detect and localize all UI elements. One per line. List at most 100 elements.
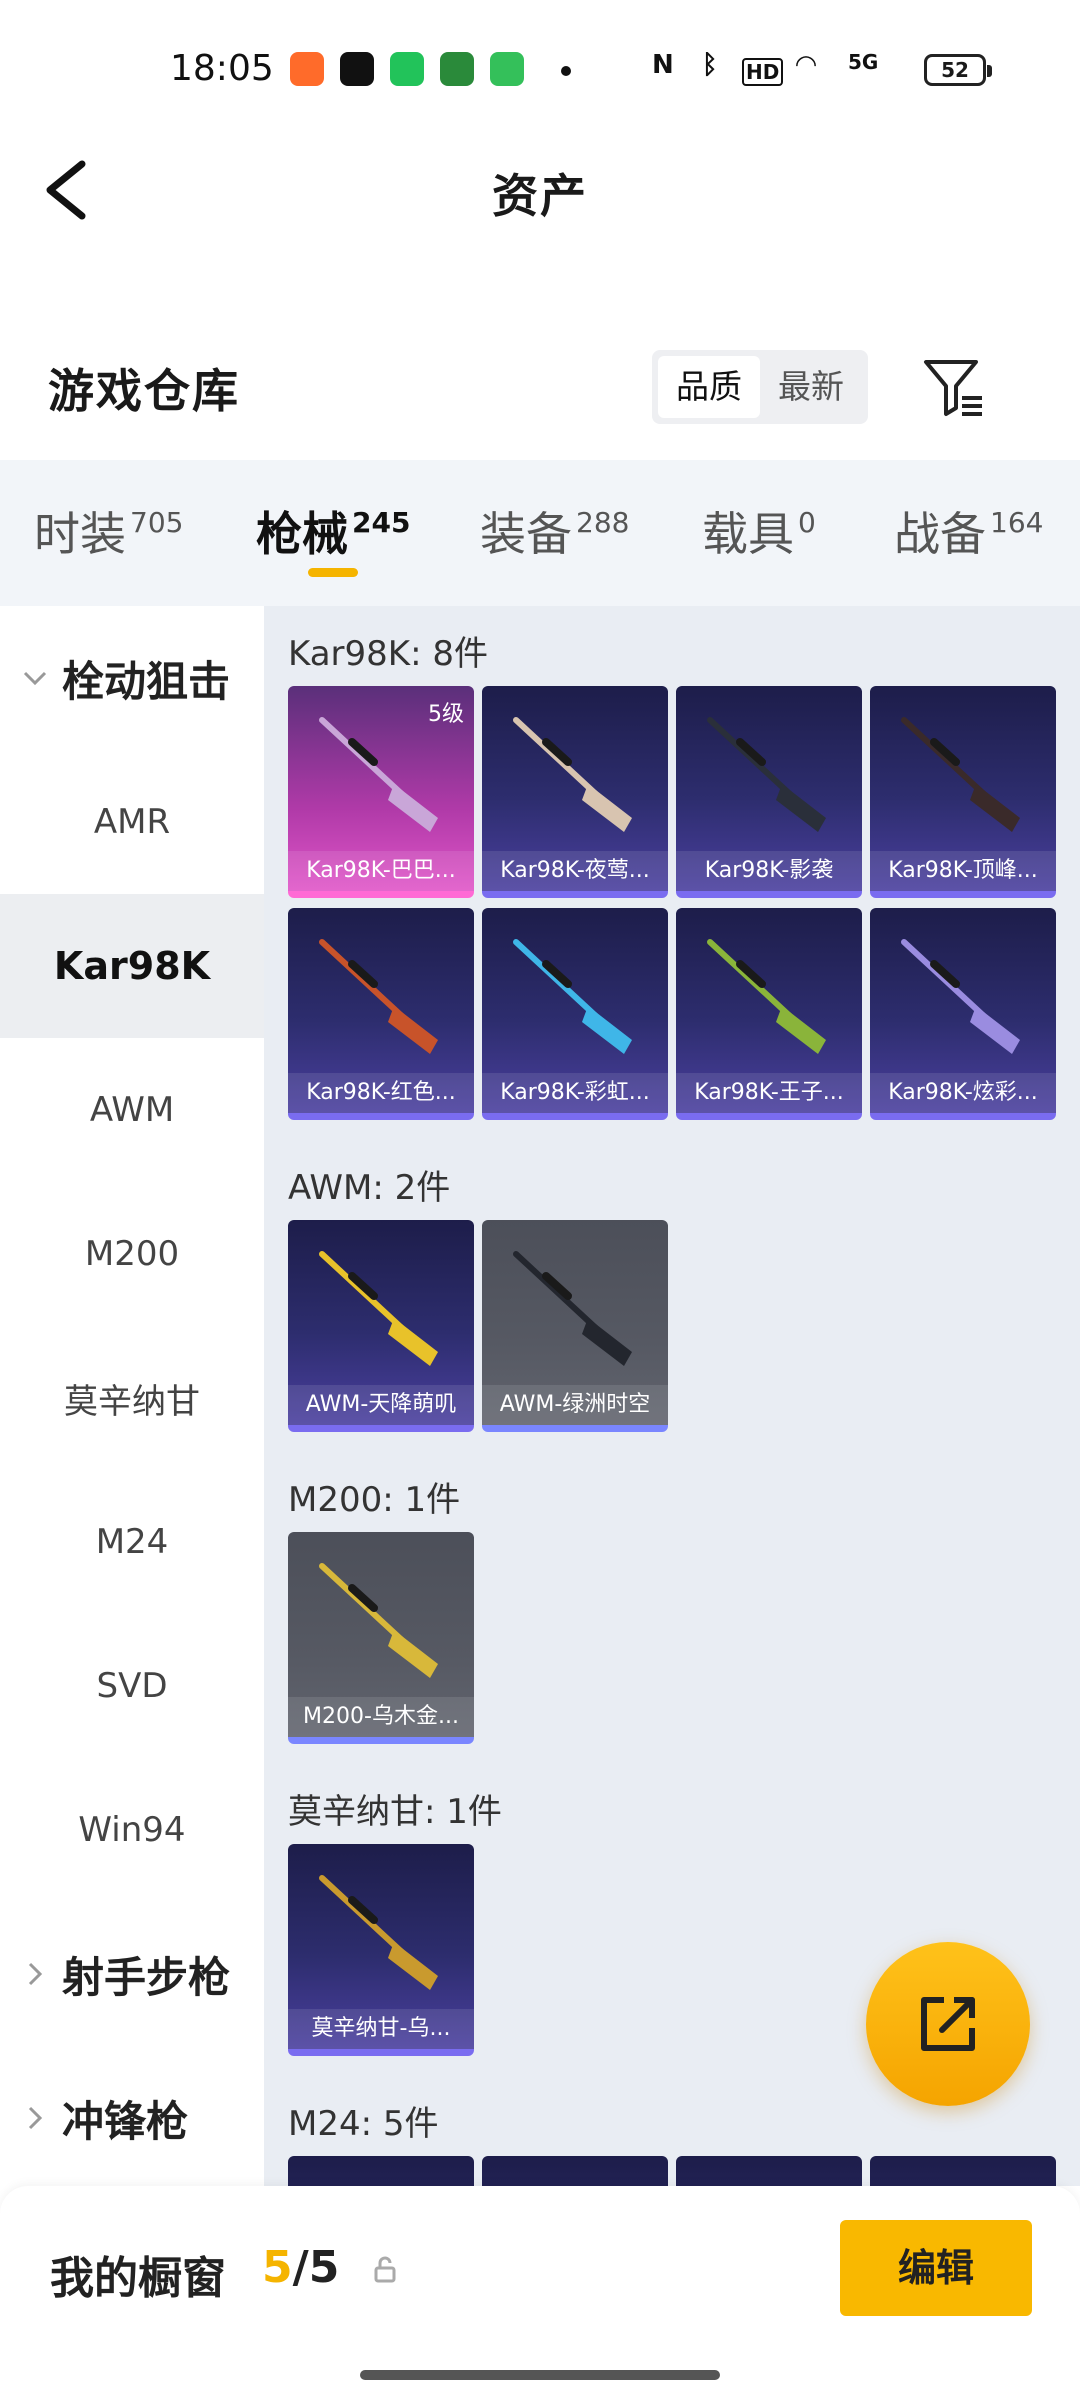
weapon-type-sidebar: 栓动狙击 AMR Kar98K AWM M200 莫辛纳甘 M24 SVD Wi… xyxy=(0,606,264,2186)
signal-5g-icon: 5G xyxy=(848,50,879,74)
weapon-card[interactable]: 5级 Kar98K-巴巴... xyxy=(288,686,474,898)
showcase-count-separator: / xyxy=(292,2242,309,2293)
tab-label: 战备 xyxy=(894,507,986,561)
sidebar-group-label: 栓动狙击 xyxy=(62,656,231,706)
filter-icon xyxy=(924,360,982,416)
weapon-card[interactable]: Kar98K-夜莺... xyxy=(482,686,668,898)
shield-app-icon xyxy=(490,52,524,86)
weapon-card[interactable] xyxy=(288,2156,474,2186)
level-badge: 5级 xyxy=(428,702,464,727)
tab-count: 288 xyxy=(576,506,630,539)
weapon-card[interactable]: Kar98K-彩虹... xyxy=(482,908,668,1120)
status-time: 18:05 xyxy=(170,48,274,89)
tab-supplies[interactable]: 战备 164 xyxy=(894,498,1043,564)
weapon-name: Kar98K-夜莺... xyxy=(482,851,668,891)
rifle-icon xyxy=(319,717,438,832)
unlock-icon xyxy=(374,2256,396,2283)
sort-toggle: 品质 最新 xyxy=(652,350,868,424)
showcase-count-current: 5 xyxy=(262,2242,293,2293)
group-label: Kar98K: 8件 xyxy=(288,634,488,674)
battery-indicator: 52 xyxy=(924,54,992,86)
rifle-icon xyxy=(319,1563,438,1678)
game-app-icon xyxy=(290,52,324,86)
chevron-right-icon xyxy=(28,1962,43,1986)
group-label: AWM: 2件 xyxy=(288,1168,451,1208)
weapon-card[interactable]: Kar98K-王子... xyxy=(676,908,862,1120)
sidebar-item-awm[interactable]: AWM xyxy=(0,1038,264,1182)
weapon-name: Kar98K-影袭 xyxy=(676,851,862,891)
showcase-count: 5/5 xyxy=(262,2242,339,2293)
weapon-name: 莫辛纳甘-乌... xyxy=(288,2009,474,2049)
weapon-card[interactable]: AWM-绿洲时空 xyxy=(482,1220,668,1432)
weapon-card[interactable]: 莫辛纳甘-乌... xyxy=(288,1844,474,2056)
category-tabs: 时装 705 枪械 245 装备 288 载具 0 战备 164 xyxy=(0,460,1080,606)
sidebar-group-label: 冲锋枪 xyxy=(62,2096,189,2146)
wifi-icon: ◠ xyxy=(796,50,816,80)
sidebar-item-kar98k[interactable]: Kar98K xyxy=(0,894,264,1038)
rifle-icon xyxy=(319,1875,438,1990)
filter-button[interactable] xyxy=(922,356,986,420)
active-tab-indicator xyxy=(308,568,358,577)
rifle-icon xyxy=(901,717,1020,832)
weapon-card[interactable]: Kar98K-顶峰... xyxy=(870,686,1056,898)
rifle-icon xyxy=(513,1251,632,1366)
sidebar-group-marksman[interactable]: 射手步枪 xyxy=(20,1902,230,2046)
sidebar-group-smg[interactable]: 冲锋枪 xyxy=(20,2046,188,2190)
chevron-right-icon xyxy=(28,2106,43,2130)
rifle-icon xyxy=(901,939,1020,1054)
sidebar-group-label: 射手步枪 xyxy=(62,1952,231,2002)
sort-newest-option[interactable]: 最新 xyxy=(760,356,862,418)
weapon-card[interactable]: M200-乌木金... xyxy=(288,1532,474,1744)
rifle-icon xyxy=(707,939,826,1054)
tab-label: 时装 xyxy=(34,507,126,561)
green-app-icon xyxy=(390,52,424,86)
tab-count: 245 xyxy=(352,506,411,539)
share-external-icon xyxy=(921,1997,975,2051)
tab-label: 载具 xyxy=(702,507,794,561)
rifle-icon xyxy=(513,939,632,1054)
group-label: M200: 1件 xyxy=(288,1480,461,1520)
sidebar-item-win94[interactable]: Win94 xyxy=(0,1758,264,1902)
weapon-name: Kar98K-巴巴... xyxy=(288,851,474,891)
weapon-card[interactable] xyxy=(870,2156,1056,2186)
rifle-icon xyxy=(513,717,632,832)
tab-vehicles[interactable]: 载具 0 xyxy=(702,498,816,564)
tab-fashion[interactable]: 时装 705 xyxy=(34,498,183,564)
sort-quality-option[interactable]: 品质 xyxy=(658,356,760,418)
tab-equipment[interactable]: 装备 288 xyxy=(480,498,629,564)
group-label: M24: 5件 xyxy=(288,2104,439,2144)
weapon-name: AWM-绿洲时空 xyxy=(482,1385,668,1425)
weapon-card[interactable]: Kar98K-影袭 xyxy=(676,686,862,898)
tab-label: 装备 xyxy=(480,507,572,561)
weapon-card[interactable] xyxy=(676,2156,862,2186)
showcase-count-total: 5 xyxy=(308,2242,340,2293)
warehouse-title: 游戏仓库 xyxy=(48,364,240,418)
sidebar-item-m200[interactable]: M200 xyxy=(0,1182,264,1326)
weapon-name: AWM-天降萌叽 xyxy=(288,1385,474,1425)
showcase-bar: 我的橱窗 5/5 编辑 xyxy=(0,2186,1080,2400)
share-button[interactable] xyxy=(866,1942,1030,2106)
sidebar-group-bolt-action[interactable]: 栓动狙击 xyxy=(20,606,230,750)
sidebar-item-svd[interactable]: SVD xyxy=(0,1614,264,1758)
rifle-icon xyxy=(319,1251,438,1366)
rifle-icon xyxy=(319,939,438,1054)
weapon-name: M200-乌木金... xyxy=(288,1697,474,1737)
notification-dot-icon xyxy=(561,66,571,76)
weapon-card[interactable]: Kar98K-红色... xyxy=(288,908,474,1120)
sidebar-item-mosin[interactable]: 莫辛纳甘 xyxy=(0,1326,264,1470)
sidebar-item-m24[interactable]: M24 xyxy=(0,1470,264,1614)
weapon-card[interactable]: AWM-天降萌叽 xyxy=(288,1220,474,1432)
sidebar-item-amr[interactable]: AMR xyxy=(0,750,264,894)
tab-label: 枪械 xyxy=(256,507,348,561)
weapon-name: Kar98K-红色... xyxy=(288,1073,474,1113)
chevron-down-icon xyxy=(23,671,47,686)
edit-button[interactable]: 编辑 xyxy=(840,2220,1032,2316)
group-label: 莫辛纳甘: 1件 xyxy=(288,1792,502,1832)
tab-firearms[interactable]: 枪械 245 xyxy=(256,498,410,564)
weapon-card[interactable] xyxy=(482,2156,668,2186)
vpn-app-icon xyxy=(440,52,474,86)
weapon-name: Kar98K-王子... xyxy=(676,1073,862,1113)
showcase-label: 我的橱窗 xyxy=(50,2253,226,2304)
weapon-card[interactable]: Kar98K-炫彩... xyxy=(870,908,1056,1120)
status-bar: 18:05 N ᛒ HD ◠ 5G 52 xyxy=(0,0,1080,140)
